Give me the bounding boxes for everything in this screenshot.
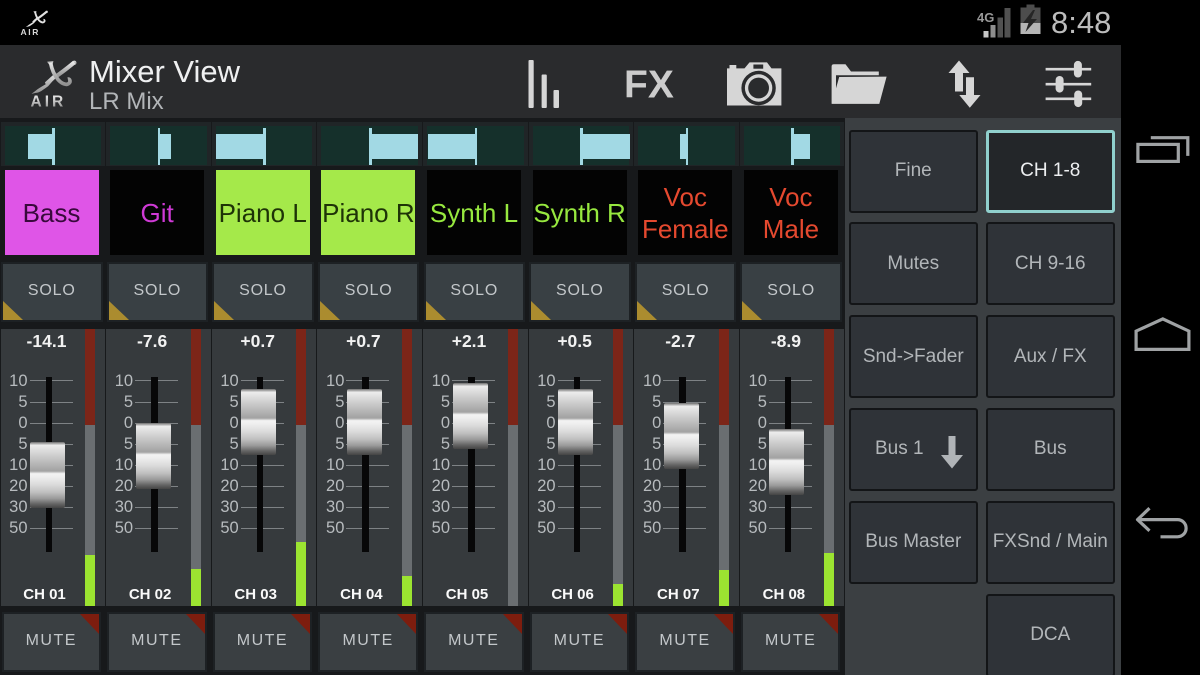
svg-text:4G: 4G: [977, 10, 994, 25]
svg-text:AIR: AIR: [21, 27, 40, 37]
svg-text:FX: FX: [624, 64, 674, 107]
svg-text:AIR: AIR: [31, 94, 67, 111]
